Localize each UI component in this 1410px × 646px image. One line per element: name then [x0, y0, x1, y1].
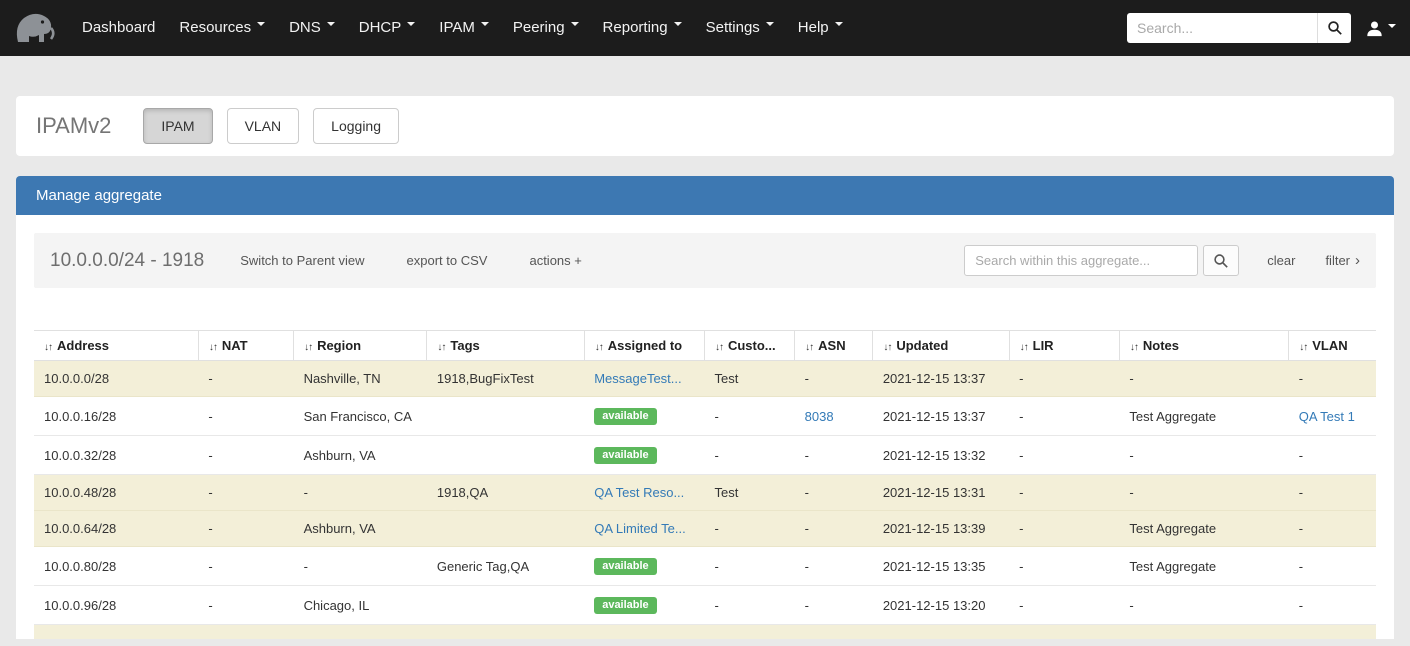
panel-body: 10.0.0.0/24 - 1918 Switch to Parent view… — [16, 215, 1394, 639]
chevron-down-icon — [673, 22, 682, 30]
column-header-notes[interactable]: ↓↑ Notes — [1118, 330, 1289, 361]
chevron-down-icon — [570, 22, 579, 30]
sort-icon: ↓↑ — [304, 342, 313, 353]
search-icon — [1214, 253, 1229, 268]
ipam-header-panel: IPAMv2 IPAM VLAN Logging — [16, 96, 1394, 156]
cell-link[interactable]: QA Test Reso... — [594, 485, 684, 500]
chevron-down-icon — [326, 22, 335, 30]
column-header-assignedto[interactable]: ↓↑ Assigned to — [583, 330, 705, 361]
column-header-address[interactable]: ↓↑ Address — [34, 330, 199, 361]
nav-item-help[interactable]: Help — [786, 0, 855, 56]
user-menu-button[interactable] — [1365, 19, 1396, 38]
column-header-lir[interactable]: ↓↑ LIR — [1008, 330, 1120, 361]
toolbar-right: clear filter› — [964, 245, 1360, 276]
sort-icon: ↓↑ — [437, 342, 446, 353]
search-button[interactable] — [1317, 13, 1351, 43]
sort-icon: ↓↑ — [1129, 342, 1139, 353]
nav-item-reporting[interactable]: Reporting — [591, 0, 694, 56]
status-badge: available — [594, 558, 657, 575]
table-row: 10.0.0.0/28- Nashville, TN 1918,BugFixTest… — [34, 360, 1376, 397]
aggregate-search-input[interactable] — [964, 245, 1199, 276]
search-icon — [1327, 21, 1342, 35]
search-input[interactable] — [1127, 13, 1317, 43]
nav-item-dashboard[interactable]: Dashboard — [70, 0, 167, 56]
panel-title: Manage aggregate — [16, 176, 1394, 215]
mammoth-logo-icon — [16, 13, 55, 42]
column-header-vlan[interactable]: ↓↑ VLAN — [1288, 330, 1376, 361]
nav-right — [1127, 13, 1410, 43]
table-row-partial — [34, 625, 1376, 639]
actions-menu-link[interactable]: actions + — [529, 253, 581, 268]
status-badge: available — [594, 597, 657, 614]
table-row: 10.0.0.64/28- Ashburn, VA QA Limited Te...… — [34, 510, 1376, 547]
status-badge: available — [594, 447, 657, 464]
aggregate-toolbar: 10.0.0.0/24 - 1918 Switch to Parent view… — [34, 233, 1376, 288]
chevron-down-icon — [257, 22, 266, 30]
top-navbar: Dashboard Resources DNS DHCP IPAM Peering Repo… — [0, 0, 1410, 56]
sort-icon: ↓↑ — [805, 342, 814, 353]
aggregate-table: ↓↑ Address ↓↑ NAT ↓↑ Region ↓↑ Tags ↓↑ Assigned t… — [34, 330, 1376, 625]
nav-item-settings[interactable]: Settings — [694, 0, 786, 56]
nav-item-resources[interactable]: Resources — [167, 0, 277, 56]
cell-link[interactable]: 8038 — [805, 409, 834, 424]
nav-item-peering[interactable]: Peering — [501, 0, 591, 56]
page-content: IPAMv2 IPAM VLAN Logging Manage aggregate … — [0, 56, 1410, 639]
view-tabs: IPAM VLAN Logging — [143, 108, 413, 144]
user-icon — [1367, 20, 1382, 36]
chevron-right-icon: › — [1355, 252, 1360, 269]
column-header-nat[interactable]: ↓↑ NAT — [197, 330, 294, 361]
chevron-down-icon — [765, 22, 774, 30]
sort-icon: ↓↑ — [1019, 342, 1029, 353]
nav-item-ipam[interactable]: IPAM — [427, 0, 501, 56]
sort-icon: ↓↑ — [594, 342, 604, 353]
nav-items: Dashboard Resources DNS DHCP IPAM Peering Repo… — [66, 0, 855, 56]
column-header-region[interactable]: ↓↑ Region — [293, 330, 427, 361]
tab-vlan[interactable]: VLAN — [226, 108, 300, 144]
table-row: 10.0.0.80/28- - Generic Tag,QA available - -2… — [34, 546, 1376, 586]
filter-link[interactable]: filter › — [1325, 252, 1360, 269]
sort-icon: ↓↑ — [883, 342, 892, 353]
table-header-row: ↓↑ Address ↓↑ NAT ↓↑ Region ↓↑ Tags ↓↑ Assigned t… — [34, 330, 1376, 361]
sort-icon: ↓↑ — [1299, 342, 1308, 353]
table-row: 10.0.0.16/28- San Francisco, CA available -… — [34, 396, 1376, 436]
table-row: 10.0.0.48/28- -1918,QA QA Test Reso... Test… — [34, 474, 1376, 511]
cell-link[interactable]: QA Test 1 — [1299, 409, 1355, 424]
tab-logging[interactable]: Logging — [313, 108, 399, 144]
chevron-down-icon — [1388, 24, 1396, 32]
export-csv-link[interactable]: export to CSV — [407, 253, 488, 268]
clear-link[interactable]: clear — [1267, 253, 1295, 268]
nav-item-dns[interactable]: DNS — [277, 0, 347, 56]
tab-ipam[interactable]: IPAM — [143, 108, 213, 144]
cell-link[interactable]: QA Limited Te... — [594, 521, 686, 536]
cell-link[interactable]: MessageTest... — [594, 371, 681, 386]
table-row: 10.0.0.32/28- Ashburn, VA available - -2021-… — [34, 435, 1376, 475]
chevron-down-icon — [407, 22, 416, 30]
manage-aggregate-panel: Manage aggregate 10.0.0.0/24 - 1918 Swit… — [16, 176, 1394, 639]
aggregate-title: 10.0.0.0/24 - 1918 — [50, 249, 205, 271]
sort-icon: ↓↑ — [714, 342, 724, 353]
app-logo[interactable] — [0, 0, 66, 56]
table-row: 10.0.0.96/28- Chicago, IL available - -2021-… — [34, 585, 1376, 625]
column-header-updated[interactable]: ↓↑ Updated — [872, 330, 1010, 361]
nav-item-dhcp[interactable]: DHCP — [347, 0, 428, 56]
chevron-down-icon — [834, 22, 843, 30]
page-title: IPAMv2 — [36, 113, 112, 138]
aggregate-search-button[interactable] — [1203, 245, 1240, 276]
aggregate-table-body: 10.0.0.0/28- Nashville, TN 1918,BugFixTest… — [34, 360, 1376, 625]
status-badge: available — [594, 408, 657, 425]
switch-parent-view-link[interactable]: Switch to Parent view — [240, 253, 364, 268]
column-header-asn[interactable]: ↓↑ ASN — [794, 330, 873, 361]
column-header-tags[interactable]: ↓↑ Tags — [426, 330, 585, 361]
sort-icon: ↓↑ — [208, 342, 218, 353]
column-header-custo[interactable]: ↓↑ Custo... — [703, 330, 795, 361]
sort-icon: ↓↑ — [44, 342, 53, 353]
chevron-down-icon — [480, 22, 489, 30]
